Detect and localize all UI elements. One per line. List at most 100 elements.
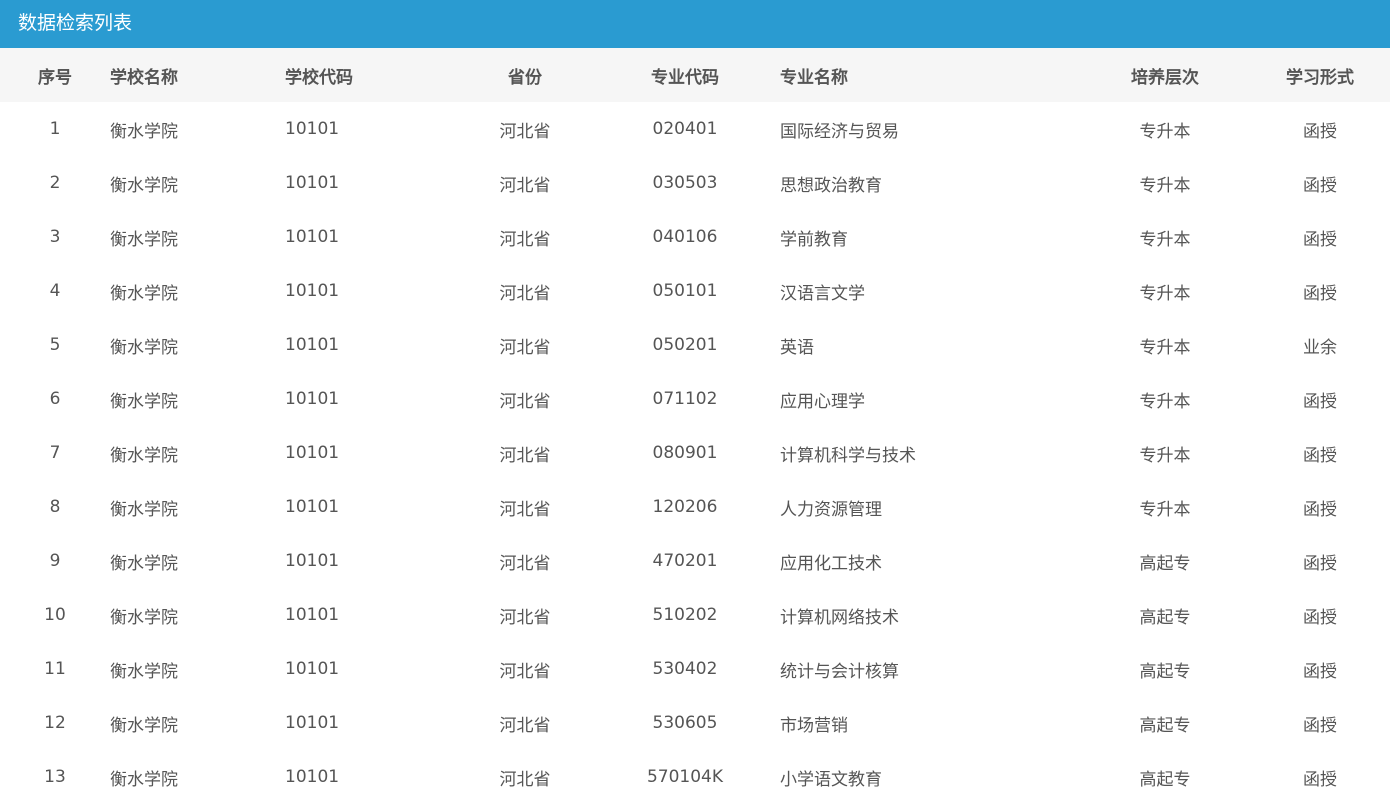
cell-col-study-form: 函授 bbox=[1303, 391, 1337, 412]
cell-col-major-code: 530402 bbox=[652, 659, 718, 679]
cell-col-school-code: 10101 bbox=[285, 389, 340, 409]
cell-col-school-code: 10101 bbox=[285, 605, 340, 625]
cell-col-index: 8 bbox=[49, 497, 61, 517]
table-row: 1 衡水学院 10101 河北省 020401 国际经济与贸易 专升本 函授 bbox=[0, 102, 1390, 156]
header-col-province: 省份 bbox=[508, 67, 542, 88]
cell-col-study-form: 函授 bbox=[1303, 553, 1337, 574]
cell-col-school-name: 衡水学院 bbox=[110, 445, 178, 466]
cell-col-school-name: 衡水学院 bbox=[110, 337, 178, 358]
cell-col-major-code: 510202 bbox=[652, 605, 718, 625]
table-body: 1 衡水学院 10101 河北省 020401 国际经济与贸易 专升本 函授 2 衡水学院 1010… bbox=[0, 102, 1390, 804]
cell-col-index: 9 bbox=[49, 551, 61, 571]
cell-col-school-code: 10101 bbox=[285, 119, 340, 139]
table-row: 9 衡水学院 10101 河北省 470201 应用化工技术 高起专 函授 bbox=[0, 534, 1390, 588]
cell-col-province: 河北省 bbox=[499, 769, 551, 790]
cell-col-major-code: 080901 bbox=[652, 443, 718, 463]
cell-col-index: 6 bbox=[49, 389, 61, 409]
cell-col-study-form: 函授 bbox=[1303, 445, 1337, 466]
cell-col-school-name: 衡水学院 bbox=[110, 175, 178, 196]
cell-col-index: 13 bbox=[44, 767, 66, 787]
page-title: 数据检索列表 bbox=[0, 0, 1390, 48]
cell-col-province: 河北省 bbox=[499, 607, 551, 628]
results-table: 序号 学校名称 学校代码 省份 专业代码 专业名称 培养层次 学习形式 1 衡水学院 10101 河… bbox=[0, 48, 1390, 804]
cell-col-index: 4 bbox=[49, 281, 61, 301]
cell-col-major-code: 530605 bbox=[652, 713, 718, 733]
cell-col-school-name: 衡水学院 bbox=[110, 661, 178, 682]
cell-col-province: 河北省 bbox=[499, 445, 551, 466]
cell-col-major-name: 小学语文教育 bbox=[780, 769, 882, 790]
cell-col-school-name: 衡水学院 bbox=[110, 283, 178, 304]
cell-col-level: 专升本 bbox=[1139, 499, 1191, 520]
cell-col-school-code: 10101 bbox=[285, 497, 340, 517]
cell-col-school-name: 衡水学院 bbox=[110, 121, 178, 142]
cell-col-school-name: 衡水学院 bbox=[110, 391, 178, 412]
cell-col-major-code: 040106 bbox=[652, 227, 718, 247]
cell-col-province: 河北省 bbox=[499, 553, 551, 574]
header-col-major-code: 专业代码 bbox=[651, 67, 719, 88]
header-col-index: 序号 bbox=[38, 67, 72, 88]
table-row: 8 衡水学院 10101 河北省 120206 人力资源管理 专升本 函授 bbox=[0, 480, 1390, 534]
header-col-school-code: 学校代码 bbox=[285, 67, 353, 88]
cell-col-level: 高起专 bbox=[1139, 607, 1191, 628]
cell-col-school-code: 10101 bbox=[285, 173, 340, 193]
cell-col-major-code: 470201 bbox=[652, 551, 718, 571]
cell-col-province: 河北省 bbox=[499, 499, 551, 520]
cell-col-major-name: 思想政治教育 bbox=[780, 175, 882, 196]
cell-col-school-code: 10101 bbox=[285, 713, 340, 733]
table-header: 序号 学校名称 学校代码 省份 专业代码 专业名称 培养层次 学习形式 bbox=[0, 48, 1390, 102]
cell-col-level: 专升本 bbox=[1139, 391, 1191, 412]
cell-col-province: 河北省 bbox=[499, 121, 551, 142]
cell-col-major-name: 统计与会计核算 bbox=[780, 661, 899, 682]
cell-col-major-name: 计算机网络技术 bbox=[780, 607, 899, 628]
cell-col-study-form: 函授 bbox=[1303, 229, 1337, 250]
cell-col-index: 1 bbox=[49, 119, 61, 139]
table-row: 3 衡水学院 10101 河北省 040106 学前教育 专升本 函授 bbox=[0, 210, 1390, 264]
cell-col-index: 5 bbox=[49, 335, 61, 355]
cell-col-school-code: 10101 bbox=[285, 335, 340, 355]
cell-col-school-code: 10101 bbox=[285, 443, 340, 463]
header-col-level: 培养层次 bbox=[1131, 67, 1199, 88]
cell-col-school-name: 衡水学院 bbox=[110, 229, 178, 250]
cell-col-province: 河北省 bbox=[499, 715, 551, 736]
cell-col-school-name: 衡水学院 bbox=[110, 715, 178, 736]
cell-col-level: 专升本 bbox=[1139, 229, 1191, 250]
cell-col-major-name: 应用化工技术 bbox=[780, 553, 882, 574]
table-row: 6 衡水学院 10101 河北省 071102 应用心理学 专升本 函授 bbox=[0, 372, 1390, 426]
cell-col-province: 河北省 bbox=[499, 337, 551, 358]
cell-col-major-name: 人力资源管理 bbox=[780, 499, 882, 520]
table-row: 12 衡水学院 10101 河北省 530605 市场营销 高起专 函授 bbox=[0, 696, 1390, 750]
cell-col-index: 7 bbox=[49, 443, 61, 463]
cell-col-index: 3 bbox=[49, 227, 61, 247]
cell-col-major-code: 120206 bbox=[652, 497, 718, 517]
cell-col-school-code: 10101 bbox=[285, 659, 340, 679]
cell-col-study-form: 函授 bbox=[1303, 283, 1337, 304]
table-row: 13 衡水学院 10101 河北省 570104K 小学语文教育 高起专 函授 bbox=[0, 750, 1390, 804]
cell-col-school-code: 10101 bbox=[285, 281, 340, 301]
cell-col-province: 河北省 bbox=[499, 283, 551, 304]
cell-col-study-form: 函授 bbox=[1303, 121, 1337, 142]
cell-col-study-form: 函授 bbox=[1303, 175, 1337, 196]
cell-col-index: 12 bbox=[44, 713, 66, 733]
cell-col-school-name: 衡水学院 bbox=[110, 553, 178, 574]
cell-col-province: 河北省 bbox=[499, 661, 551, 682]
cell-col-major-name: 汉语言文学 bbox=[780, 283, 865, 304]
cell-col-index: 10 bbox=[44, 605, 66, 625]
cell-col-level: 专升本 bbox=[1139, 121, 1191, 142]
cell-col-level: 专升本 bbox=[1139, 175, 1191, 196]
cell-col-study-form: 函授 bbox=[1303, 715, 1337, 736]
cell-col-major-name: 市场营销 bbox=[780, 715, 848, 736]
cell-col-major-code: 071102 bbox=[652, 389, 718, 409]
cell-col-major-name: 英语 bbox=[780, 337, 814, 358]
cell-col-school-code: 10101 bbox=[285, 227, 340, 247]
table-row: 10 衡水学院 10101 河北省 510202 计算机网络技术 高起专 函授 bbox=[0, 588, 1390, 642]
cell-col-level: 高起专 bbox=[1139, 661, 1191, 682]
cell-col-school-name: 衡水学院 bbox=[110, 499, 178, 520]
cell-col-major-code: 050101 bbox=[652, 281, 718, 301]
cell-col-major-name: 国际经济与贸易 bbox=[780, 121, 899, 142]
cell-col-major-code: 570104K bbox=[646, 767, 724, 787]
cell-col-major-name: 计算机科学与技术 bbox=[780, 445, 916, 466]
cell-col-study-form: 函授 bbox=[1303, 499, 1337, 520]
cell-col-level: 高起专 bbox=[1139, 715, 1191, 736]
table-row: 11 衡水学院 10101 河北省 530402 统计与会计核算 高起专 函授 bbox=[0, 642, 1390, 696]
cell-col-study-form: 函授 bbox=[1303, 661, 1337, 682]
